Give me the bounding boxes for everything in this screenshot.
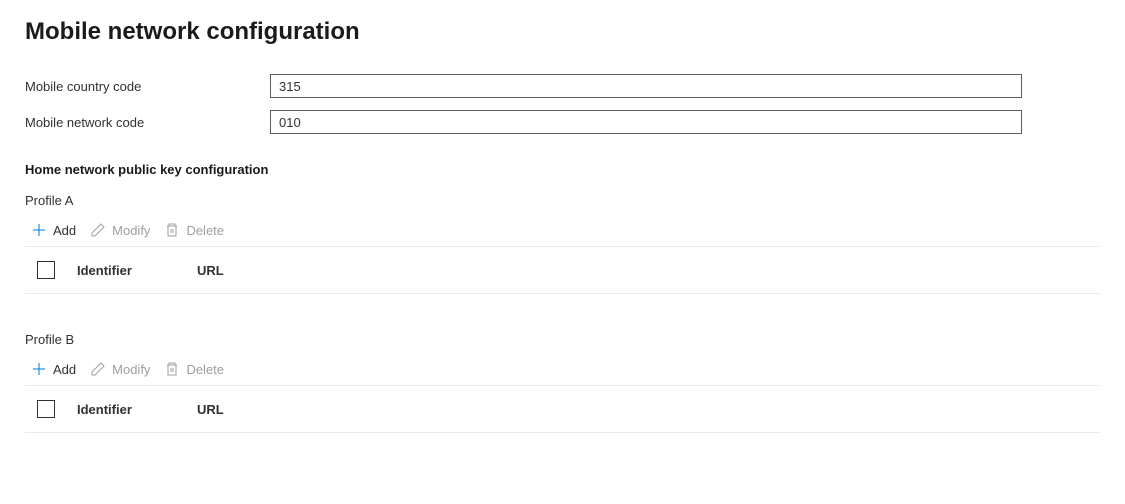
add-button[interactable]: Add [31,361,76,377]
modify-label: Modify [112,223,150,238]
section-heading: Home network public key configuration [25,162,1100,177]
delete-button: Delete [164,361,224,377]
mnc-label: Mobile network code [25,115,270,130]
profile-a-label: Profile A [25,193,1100,208]
delete-label: Delete [186,223,224,238]
add-button[interactable]: Add [31,222,76,238]
mcc-input[interactable] [270,74,1022,98]
trash-icon [164,361,180,377]
profile-b-table-header: Identifier URL [25,386,1100,433]
column-url: URL [197,263,1100,278]
plus-icon [31,361,47,377]
column-identifier: Identifier [77,402,197,417]
modify-label: Modify [112,362,150,377]
add-label: Add [53,223,76,238]
modify-button: Modify [90,222,150,238]
modify-button: Modify [90,361,150,377]
trash-icon [164,222,180,238]
profile-b-commandbar: Add Modify Delete [25,357,1100,386]
delete-button: Delete [164,222,224,238]
pencil-icon [90,361,106,377]
plus-icon [31,222,47,238]
profile-a-commandbar: Add Modify Delete [25,218,1100,247]
delete-label: Delete [186,362,224,377]
column-identifier: Identifier [77,263,197,278]
mcc-label: Mobile country code [25,79,270,94]
pencil-icon [90,222,106,238]
select-all-checkbox[interactable] [37,261,55,279]
page-title: Mobile network configuration [25,18,360,46]
profile-b-label: Profile B [25,332,1100,347]
column-url: URL [197,402,1100,417]
select-all-checkbox[interactable] [37,400,55,418]
profile-a-table-header: Identifier URL [25,247,1100,294]
mnc-input[interactable] [270,110,1022,134]
add-label: Add [53,362,76,377]
